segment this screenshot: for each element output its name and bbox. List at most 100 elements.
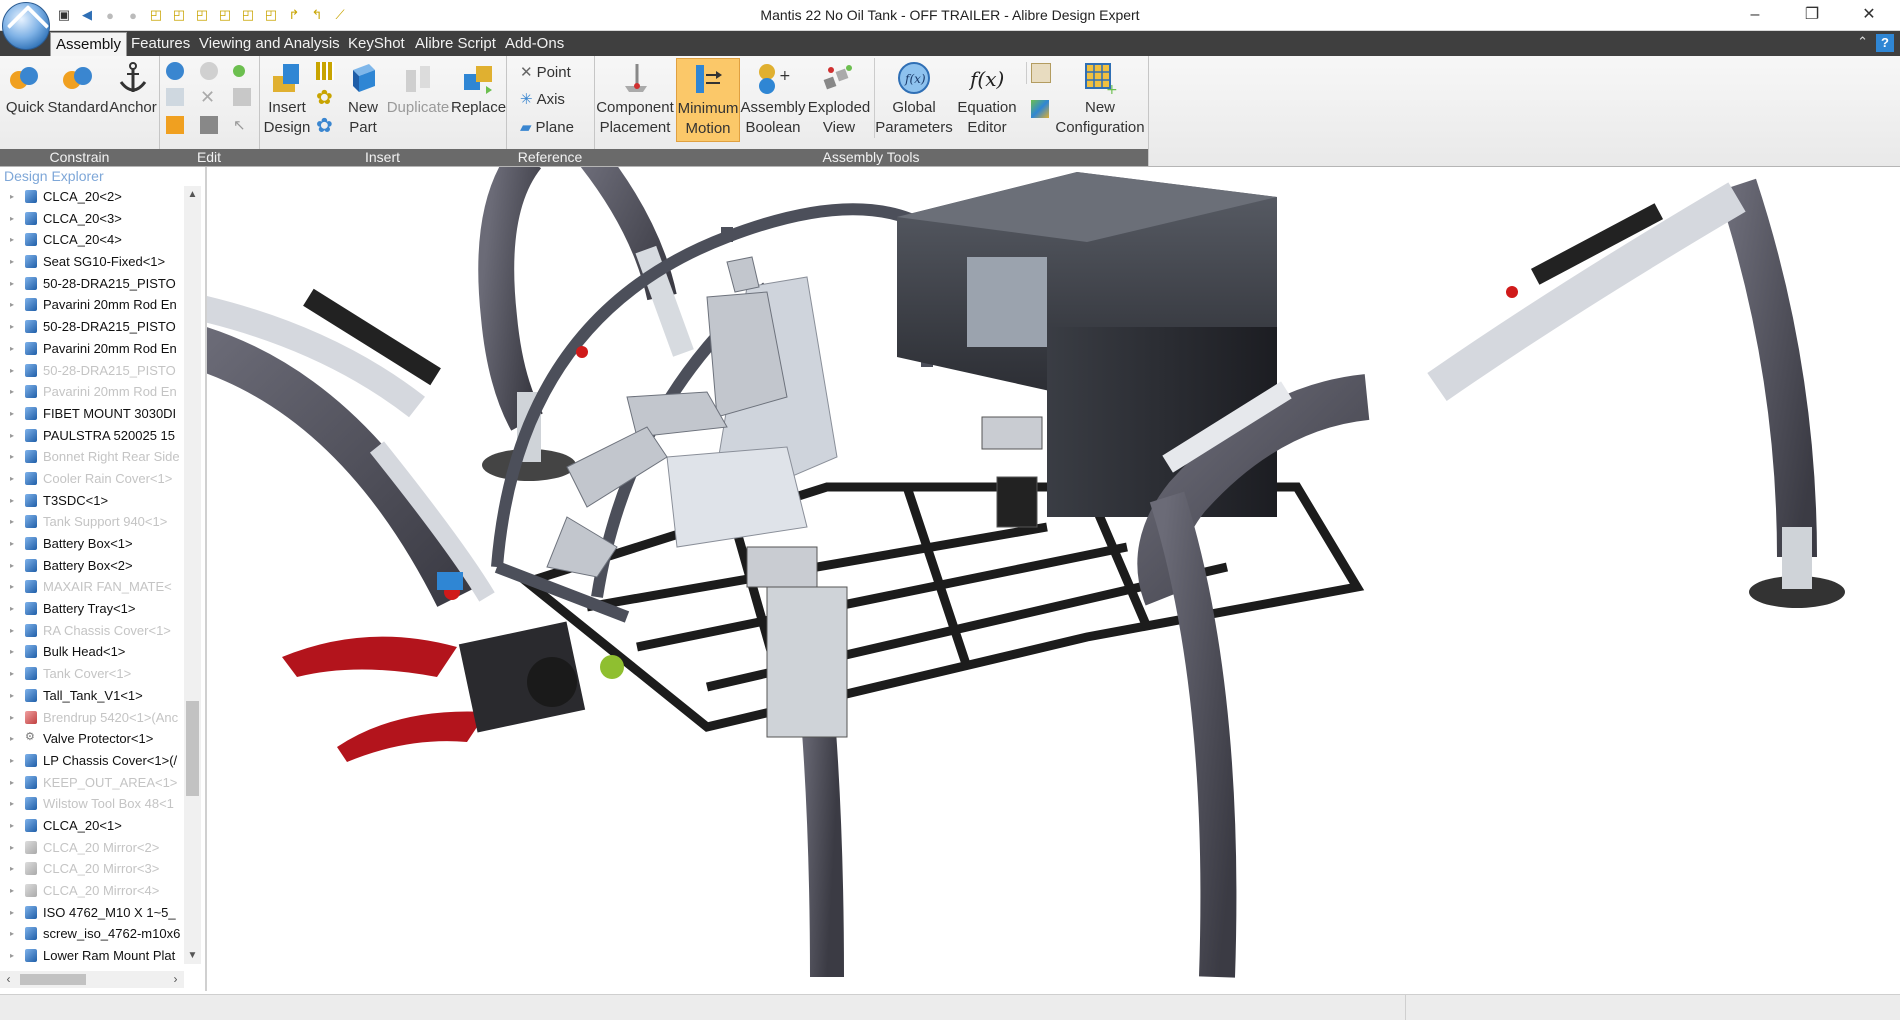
expand-icon[interactable]: ▸ xyxy=(10,799,14,808)
expand-icon[interactable]: ▸ xyxy=(10,474,14,483)
tree-item[interactable]: ▸ Pavarini 20mm Rod En xyxy=(0,294,184,316)
tree-vertical-scrollbar[interactable]: ▲ ▼ xyxy=(184,186,201,964)
tab-add-ons[interactable]: Add-Ons xyxy=(500,31,569,56)
point-button[interactable]: ✕ Point xyxy=(520,61,571,83)
tree-item[interactable]: ▸ Battery Box<1> xyxy=(0,533,184,555)
expand-icon[interactable]: ▸ xyxy=(10,322,14,331)
anchor-button[interactable]: Anchor xyxy=(109,58,157,118)
tree-item[interactable]: ▸ T3SDC<1> xyxy=(0,490,184,512)
axis-button[interactable]: ✳ Axis xyxy=(520,88,565,110)
tree-item[interactable]: ▸ Battery Box<2> xyxy=(0,555,184,577)
tree-item[interactable]: ▸ 50-28-DRA215_PISTO xyxy=(0,273,184,295)
mantis-model[interactable] xyxy=(207,167,1900,991)
scroll-up-icon[interactable]: ▲ xyxy=(184,186,201,203)
tree-item[interactable]: ▸ CLCA_20 Mirror<2> xyxy=(0,837,184,859)
parts-icon[interactable]: ✿ xyxy=(316,114,333,137)
tree-item[interactable]: ▸ 50-28-DRA215_PISTO xyxy=(0,360,184,382)
tree-item[interactable]: ▸ Tank Cover<1> xyxy=(0,663,184,685)
minimize-button[interactable]: – xyxy=(1735,4,1775,26)
horizontal-scroll-thumb[interactable] xyxy=(20,974,86,985)
expand-icon[interactable]: ▸ xyxy=(10,539,14,548)
restore-button[interactable]: ❐ xyxy=(1792,4,1832,26)
expand-icon[interactable]: ▸ xyxy=(10,582,14,591)
expand-icon[interactable]: ▸ xyxy=(10,864,14,873)
assembly-boolean-button[interactable]: + Assembly Boolean xyxy=(740,58,806,138)
tree-item[interactable]: ▸ CLCA_20 Mirror<3> xyxy=(0,858,184,880)
expand-icon[interactable]: ▸ xyxy=(10,496,14,505)
pointer-icon[interactable]: ↖ xyxy=(233,114,246,136)
expand-icon[interactable]: ▸ xyxy=(10,929,14,938)
expand-icon[interactable]: ▸ xyxy=(10,691,14,700)
tree-item[interactable]: ▸ Cooler Rain Cover<1> xyxy=(0,468,184,490)
circle-gray-icon[interactable] xyxy=(200,60,218,82)
tree-item[interactable]: ▸ Bonnet Right Rear Side xyxy=(0,446,184,468)
component-icon[interactable] xyxy=(200,114,218,136)
properties-icon[interactable] xyxy=(166,86,184,108)
expand-icon[interactable]: ▸ xyxy=(10,713,14,722)
standard-constrain-button[interactable]: Standard xyxy=(47,58,109,118)
new-configuration-button[interactable]: + New Configuration xyxy=(1052,58,1148,138)
expand-icon[interactable]: ▸ xyxy=(10,387,14,396)
replace-button[interactable]: Replace xyxy=(451,58,506,118)
new-part-button[interactable]: New Part xyxy=(343,58,383,138)
tree-item[interactable]: ▸ PAULSTRA 520025 15 xyxy=(0,425,184,447)
tree-item[interactable]: ▸ Pavarini 20mm Rod En xyxy=(0,381,184,403)
expand-icon[interactable]: ▸ xyxy=(10,626,14,635)
expand-icon[interactable]: ▸ xyxy=(10,257,14,266)
close-button[interactable]: ✕ xyxy=(1849,4,1889,26)
expand-icon[interactable]: ▸ xyxy=(10,235,14,244)
expand-icon[interactable]: ▸ xyxy=(10,366,14,375)
expand-icon[interactable]: ▸ xyxy=(10,886,14,895)
tab-keyshot[interactable]: KeyShot xyxy=(343,31,410,56)
3d-viewport[interactable] xyxy=(207,167,1900,991)
exploded-view-button[interactable]: Exploded View xyxy=(806,58,872,138)
gear-icon[interactable]: ✿ xyxy=(316,86,333,109)
expand-icon[interactable]: ▸ xyxy=(10,279,14,288)
expand-icon[interactable]: ▸ xyxy=(10,756,14,765)
tree-item[interactable]: ▸ KEEP_OUT_AREA<1> xyxy=(0,772,184,794)
expand-icon[interactable]: ▸ xyxy=(10,821,14,830)
expand-icon[interactable]: ▸ xyxy=(10,452,14,461)
tree-item[interactable]: ▸ CLCA_20 Mirror<4> xyxy=(0,880,184,902)
ribbon-collapse-icon[interactable]: ⌃ xyxy=(1857,34,1868,50)
tree-item[interactable]: ▸ CLCA_20<4> xyxy=(0,229,184,251)
hide-icon[interactable] xyxy=(233,86,251,108)
tab-assembly[interactable]: Assembly xyxy=(50,32,128,57)
tree-horizontal-scrollbar[interactable]: ‹ › xyxy=(0,971,184,988)
expand-icon[interactable]: ▸ xyxy=(10,908,14,917)
hand-icon[interactable] xyxy=(166,114,184,136)
pattern-icon[interactable] xyxy=(316,60,334,82)
plane-button[interactable]: ▰ Plane xyxy=(520,116,574,138)
expand-icon[interactable]: ▸ xyxy=(10,734,14,743)
tree-item[interactable]: ▸ FIBET MOUNT 3030DI xyxy=(0,403,184,425)
expand-icon[interactable]: ▸ xyxy=(10,300,14,309)
tab-viewing-and-analysis[interactable]: Viewing and Analysis xyxy=(194,31,345,56)
minimum-motion-button[interactable]: Minimum Motion xyxy=(676,58,740,142)
scroll-down-icon[interactable]: ▼ xyxy=(184,947,201,964)
tree-item[interactable]: ▸ ISO 4762_M10 X 1~5_ xyxy=(0,902,184,924)
scroll-right-icon[interactable]: › xyxy=(167,971,184,988)
green-dot-icon[interactable] xyxy=(233,60,245,82)
delete-icon[interactable]: ✕ xyxy=(200,86,215,108)
quick-constrain-button[interactable]: Quick xyxy=(4,58,46,118)
expand-icon[interactable]: ▸ xyxy=(10,214,14,223)
tree-item[interactable]: ▸ MAXAIR FAN_MATE< xyxy=(0,576,184,598)
expand-icon[interactable]: ▸ xyxy=(10,669,14,678)
tree-item[interactable]: ▸ Pavarini 20mm Rod En xyxy=(0,338,184,360)
tree-item[interactable]: ▸ Seat SG10-Fixed<1> xyxy=(0,251,184,273)
expand-icon[interactable]: ▸ xyxy=(10,843,14,852)
tree-item[interactable]: ▸ CLCA_20<2> xyxy=(0,186,184,208)
expand-icon[interactable]: ▸ xyxy=(10,561,14,570)
tree-item[interactable]: ▸ Battery Tray<1> xyxy=(0,598,184,620)
tree-item[interactable]: ▸ Tank Support 940<1> xyxy=(0,511,184,533)
tree-item[interactable]: ▸ CLCA_20<1> xyxy=(0,815,184,837)
assembly-properties-icon[interactable] xyxy=(1026,62,1051,84)
tree-item[interactable]: ▸ CLCA_20<3> xyxy=(0,208,184,230)
expand-icon[interactable]: ▸ xyxy=(10,951,14,960)
tree-item[interactable]: ▸ Wilstow Tool Box 48<1 xyxy=(0,793,184,815)
expand-icon[interactable]: ▸ xyxy=(10,517,14,526)
cube-color-icon[interactable] xyxy=(1026,98,1049,120)
tab-features[interactable]: Features xyxy=(126,31,195,56)
tree-item[interactable]: ▸ RA Chassis Cover<1> xyxy=(0,620,184,642)
move-icon[interactable] xyxy=(166,60,184,82)
